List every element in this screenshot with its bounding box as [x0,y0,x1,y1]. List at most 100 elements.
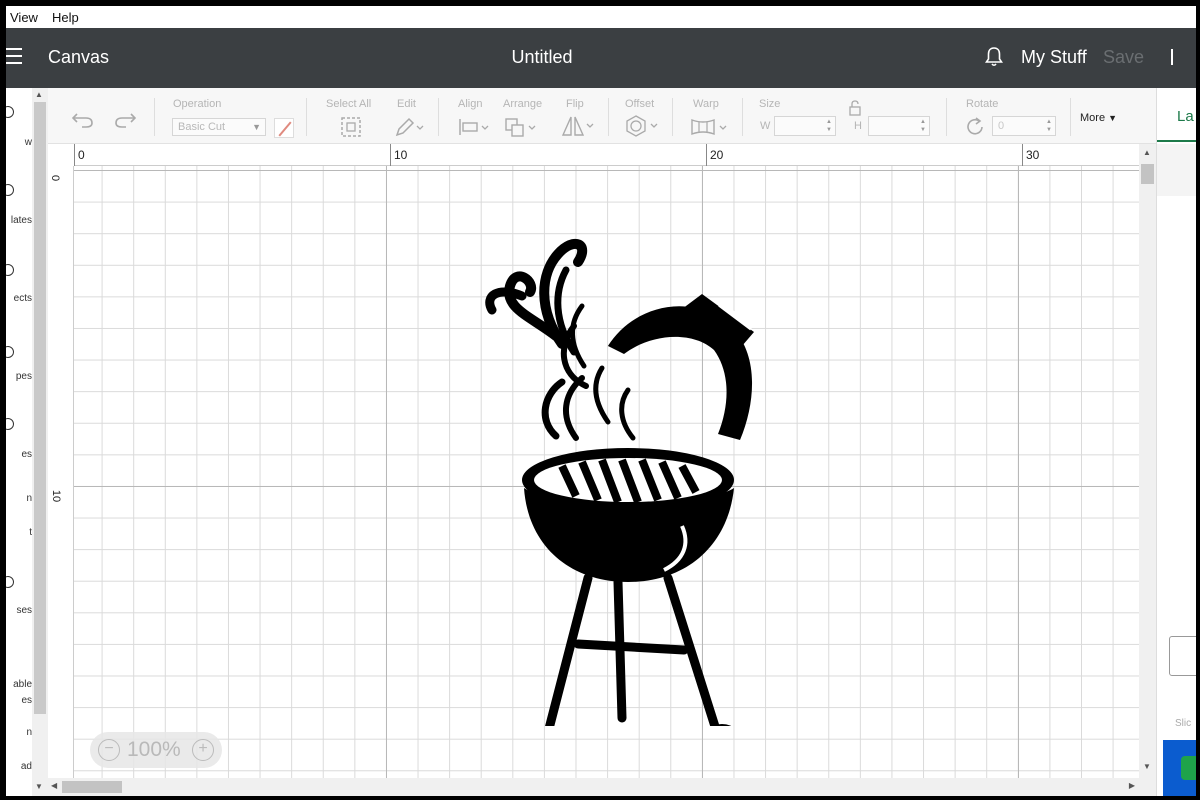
active-tab-indicator [1157,140,1196,142]
nav-item-shapes[interactable]: pes [6,370,32,384]
bbq-grill-image[interactable] [458,226,758,726]
more-label: More [1080,112,1106,124]
edit-toolbar: Operation Basic Cut ▼ Select All Edit Al… [48,88,1156,144]
nav-item-images[interactable]: es [6,448,32,462]
spinner-icon[interactable]: ▲ ▼ [1046,118,1054,134]
scrollbar-corner [1139,778,1156,796]
nav-item-editable-2[interactable]: es [6,694,32,708]
operation-select[interactable]: Basic Cut ▼ [172,118,266,136]
pen-icon [278,121,292,137]
vertical-scroll-thumb[interactable] [1141,164,1154,184]
zoom-control: − 100% + [90,732,222,768]
layers-panel: La Slic [1156,88,1196,796]
size-label: Size [759,98,781,110]
left-navigation: w lates ects pes es n t ses able es n ad [6,88,32,796]
select-all-icon[interactable] [340,116,362,138]
toolbar-divider [946,98,947,136]
menu-help[interactable]: Help [52,10,79,25]
nav-item-text-1[interactable]: n [6,492,32,506]
toolbar-divider [154,98,155,136]
horizontal-scroll-thumb[interactable] [62,781,122,793]
zoom-in-icon[interactable]: + [192,739,214,761]
nav-item-text-2[interactable]: t [6,526,32,540]
lock-icon[interactable] [848,100,862,116]
header-divider [1171,49,1173,65]
left-scroll-thumb[interactable] [34,102,46,714]
pen-color-swatch[interactable] [274,118,294,138]
ruler-vertical: 0 10 [48,166,74,778]
toolbar-divider [742,98,743,136]
toolbar-divider [1070,98,1071,136]
scroll-up-arrow-icon[interactable]: ▲ [1143,148,1151,157]
chevron-down-icon: ▼ [252,122,261,132]
rotate-input[interactable]: 0 ▲ ▼ [992,116,1056,136]
chat-icon[interactable] [1181,756,1196,780]
design-canvas[interactable]: 0 10 20 30 0 10 − 100% + [48,144,1139,778]
align-label: Align [458,98,483,110]
new-icon [6,106,14,118]
layers-tab[interactable]: La [1177,108,1194,125]
layers-toolbar [1157,144,1196,196]
nav-item-editable[interactable]: able [6,678,32,692]
ruler-label: 10 [50,489,63,503]
left-scrollbar[interactable]: ▲ ▼ [32,88,48,796]
flip-label: Flip [566,98,584,110]
zoom-level: 100% [127,738,181,761]
operation-label: Operation [173,98,222,110]
scroll-left-arrow-icon[interactable]: ◀ [51,781,57,790]
document-title[interactable]: Untitled [6,47,1078,68]
save-button[interactable]: Save [1103,47,1144,68]
ruler-label: 30 [1026,148,1040,162]
scroll-right-arrow-icon[interactable]: ▶ [1129,781,1135,790]
scroll-down-arrow-icon[interactable]: ▼ [35,782,43,791]
more-button[interactable]: More ▼ [1080,112,1117,124]
undo-icon[interactable] [72,110,94,128]
nav-item-phrases[interactable]: ses [6,604,32,618]
zoom-out-icon[interactable]: − [98,739,120,761]
arrange-icon[interactable] [504,116,538,138]
edit-label: Edit [397,98,416,110]
nav-item-upload[interactable]: ad [6,760,32,774]
layer-thumbnail[interactable] [1169,636,1196,676]
nav-item-projects[interactable]: ects [6,292,32,306]
toolbar-divider [608,98,609,136]
scroll-down-arrow-icon[interactable]: ▼ [1143,762,1151,771]
width-input[interactable]: ▲ ▼ [774,116,836,136]
edit-icon[interactable] [394,116,424,138]
app-header: Canvas Untitled My Stuff Save [6,28,1196,88]
menu-view[interactable]: View [10,10,38,25]
toolbar-divider [672,98,673,136]
height-input[interactable]: ▲ ▼ [868,116,930,136]
nav-item-templates[interactable]: lates [6,214,32,228]
warp-icon[interactable] [690,116,732,138]
shapes-icon [6,346,14,358]
bell-icon[interactable] [982,45,1006,69]
spinner-icon[interactable]: ▲ ▼ [826,118,834,134]
ruler-label: 0 [78,148,85,162]
toolbar-divider [306,98,307,136]
templates-icon [6,184,14,196]
flip-icon[interactable] [560,114,596,138]
height-label: H [854,120,862,132]
slice-button[interactable]: Slic [1175,718,1191,729]
images-icon [6,418,14,430]
width-label: W [760,120,771,132]
my-stuff-link[interactable]: My Stuff [1021,47,1087,68]
align-icon[interactable] [458,116,490,138]
projects-icon [6,264,14,276]
canvas-horizontal-scrollbar[interactable]: ◀ ▶ [48,778,1139,796]
nav-item-new[interactable]: w [6,136,32,150]
operation-value: Basic Cut [178,121,226,133]
ruler-label: 0 [49,174,62,182]
offset-icon[interactable] [624,114,660,138]
rotate-icon[interactable] [964,116,986,138]
canvas-vertical-scrollbar[interactable]: ▲ ▼ [1139,144,1156,778]
nav-item-upload-1[interactable]: n [6,726,32,740]
spinner-icon[interactable]: ▲ ▼ [920,118,928,134]
toolbar-divider [438,98,439,136]
ruler-label: 20 [710,148,724,162]
redo-icon[interactable] [114,110,136,128]
app-window: View Help Canvas Untitled My Stuff Save … [6,6,1196,796]
warp-label: Warp [693,98,719,110]
scroll-up-arrow-icon[interactable]: ▲ [35,90,43,99]
